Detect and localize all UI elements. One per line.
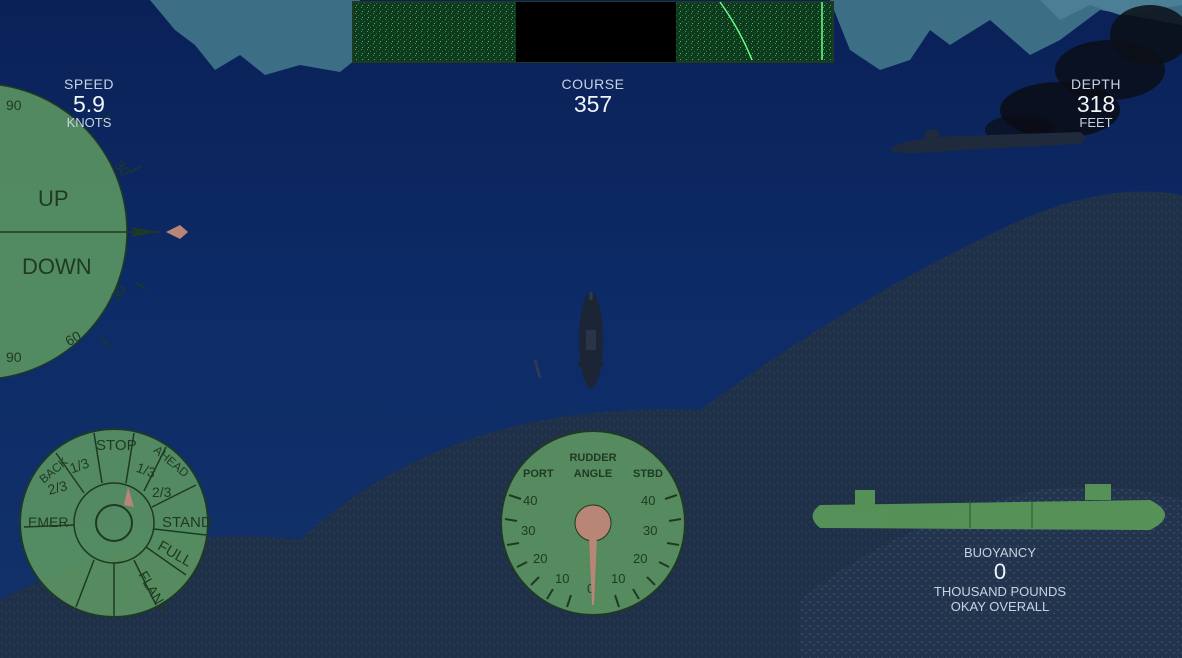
- rudder-scale-port-30: 30: [521, 523, 535, 538]
- dive-target-marker: [166, 225, 188, 239]
- telegraph-standard: STAND: [162, 514, 212, 531]
- dive-tick-90-down: 90: [6, 349, 22, 365]
- depth-value: 318: [1076, 91, 1116, 117]
- engine-telegraph-dial[interactable]: STOP AHEAD 1/3 2/3 STAND FULL FLANK EMER…: [16, 425, 212, 621]
- rudder-title-line1: RUDDER: [569, 452, 616, 464]
- rudder-title-line2: ANGLE: [574, 468, 613, 480]
- dive-down-label: DOWN: [22, 254, 92, 279]
- rudder-scale-stbd-40: 40: [641, 493, 655, 508]
- rudder-scale-stbd-10: 10: [611, 571, 625, 586]
- telegraph-ahead-2-3: 2/3: [152, 484, 172, 500]
- depth-readout: DEPTH 318 FEET: [1026, 76, 1166, 129]
- rudder-scale-port-10: 10: [555, 571, 569, 586]
- rudder-scale-stbd-30: 30: [643, 523, 657, 538]
- speed-unit: KNOTS: [66, 115, 112, 130]
- rudder-angle-gauge: RUDDER ANGLE PORT STBD 40 30 20 10 0 10 …: [500, 430, 686, 616]
- telegraph-stop: STOP: [96, 437, 137, 454]
- rudder-scale-port-40: 40: [523, 493, 537, 508]
- buoyancy-unit: THOUSAND POUNDS: [933, 584, 1067, 599]
- buoyancy-label: BUOYANCY: [964, 545, 1036, 560]
- speed-label: SPEED: [64, 76, 114, 92]
- rudder-needle-hub: [574, 504, 612, 542]
- depth-label: DEPTH: [1071, 76, 1121, 92]
- rudder-port-label: PORT: [523, 468, 554, 480]
- speed-readout: SPEED 5.9 KNOTS: [19, 76, 159, 129]
- rudder-stbd-label: STBD: [633, 468, 663, 480]
- speed-value: 5.9: [73, 91, 105, 117]
- buoyancy-value: 0: [993, 559, 1007, 584]
- rudder-scale-stbd-20: 20: [633, 551, 647, 566]
- depth-unit: FEET: [1079, 115, 1113, 130]
- sonar-waterfall-display: [352, 1, 834, 63]
- course-readout: COURSE 357: [523, 76, 663, 116]
- course-label: COURSE: [561, 76, 625, 92]
- buoyancy-readout: BUOYANCY 0 THOUSAND POUNDS OKAY OVERALL: [920, 545, 1080, 614]
- telegraph-emergency: EMER: [28, 514, 68, 530]
- buoyancy-status: OKAY OVERALL: [950, 599, 1050, 614]
- course-value: 357: [573, 91, 613, 117]
- rudder-scale-port-20: 20: [533, 551, 547, 566]
- dive-up-label: UP: [38, 186, 69, 211]
